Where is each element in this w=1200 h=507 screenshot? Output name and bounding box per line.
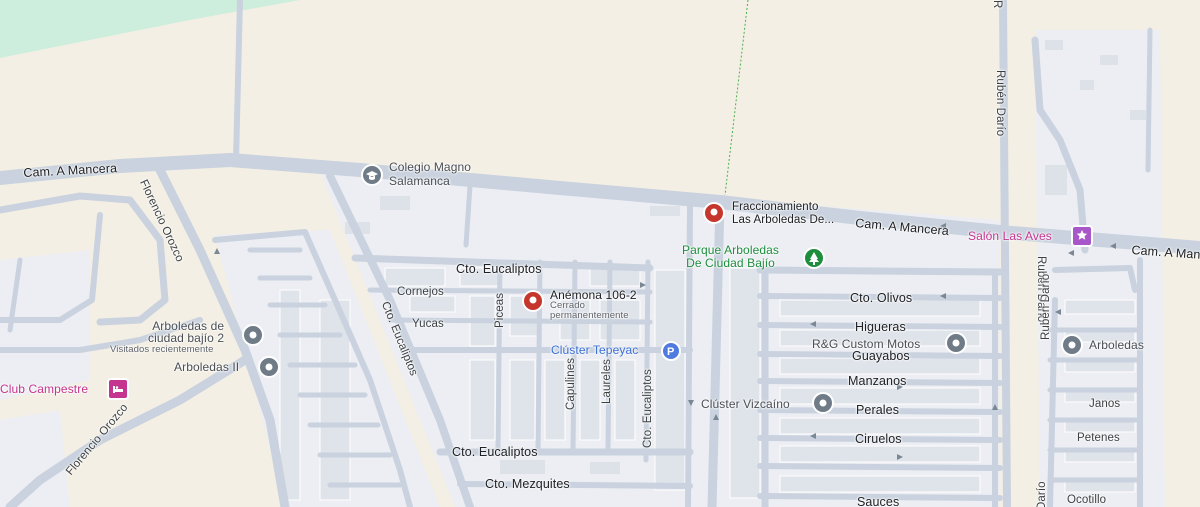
road-label-cto-olivos: Cto. Olivos (850, 291, 913, 305)
place-label-arboledas-ciudad-bajio-2[interactable]: Arboledas de ciudad bajío 2 (148, 320, 224, 344)
place-label-parque[interactable]: Parque Arboledas De Ciudad Bajío (682, 244, 779, 270)
place-label-arboledas-ii[interactable]: Arboledas II (174, 360, 239, 374)
colegio-name-line2: Salamanca (389, 174, 450, 188)
recently-visited-note: Visitados recientemente (110, 344, 214, 355)
anemona-status-line2: permanentemente (550, 310, 629, 321)
place-label-arboledas[interactable]: Arboledas (1089, 338, 1144, 352)
fracc-name-line2: Las Arboledas De... (732, 214, 835, 226)
road-label-laureles: Laureles (601, 359, 613, 404)
road-label-cto-mezquites: Cto. Mezquites (485, 477, 570, 491)
place-label-fraccionamiento[interactable]: Fraccionamiento Las Arboledas De... (732, 201, 834, 227)
place-label-cluster-tepeyac[interactable]: Clúster Tepeyac (551, 343, 638, 357)
road-label-ruben-dario-right: Rubén Darío (1040, 273, 1052, 340)
road-label-perales: Perales (856, 403, 900, 417)
road-label-cto-eucaliptos-top: Cto. Eucaliptos (456, 262, 542, 276)
road-label-ruben-dario-stub: R (991, 0, 1003, 9)
road-label-cto-eucaliptos-vertical: Cto. Eucaliptos (642, 369, 654, 448)
place-pin-icon[interactable] (812, 392, 834, 414)
road-label-cornejos: Cornejos (397, 286, 444, 298)
location-pin-icon[interactable] (703, 202, 725, 224)
road-label-janos: Janos (1089, 398, 1121, 410)
place-label-rg-custom-motos[interactable]: R&G Custom Motos (812, 337, 920, 351)
place-label-salon-las-aves[interactable]: Salón Las Aves (968, 229, 1052, 243)
place-pin-icon[interactable] (945, 332, 967, 354)
parque-name-line2: De Ciudad Bajío (686, 256, 775, 270)
svg-text:P: P (667, 346, 674, 358)
place-pin-icon[interactable] (258, 356, 280, 378)
road-label-higueras: Higueras (855, 320, 906, 334)
school-icon[interactable] (361, 164, 383, 186)
place-label-colegio[interactable]: Colegio Magno Salamanca (389, 160, 471, 188)
residential-zone-left (0, 250, 90, 400)
arboledas-cb2-line2: ciudad bajío 2 (148, 331, 225, 345)
place-pin-icon[interactable] (1061, 334, 1083, 356)
road-label-manzanos: Manzanos (848, 374, 907, 388)
road-label-ocotillo: Ocotillo (1067, 494, 1107, 506)
road-label-cto-eucaliptos-bottom: Cto. Eucaliptos (452, 445, 538, 459)
parking-icon[interactable]: P (661, 341, 681, 361)
road-label-dario-bottom: Darío (1036, 481, 1048, 507)
location-pin-icon[interactable] (522, 290, 544, 312)
road-label-ruben-dario-top: Rubén Darío (994, 70, 1006, 137)
road-label-sauces: Sauces (857, 495, 900, 507)
colegio-name-line1: Colegio Magno (389, 160, 472, 174)
map-view[interactable]: Cam. A Mancera Cam. A Mancera Cam. A Man… (0, 0, 1200, 507)
road-label-guayabos: Guayabos (852, 349, 910, 363)
place-status-anemona: Cerrado permanentemente (550, 301, 629, 321)
fracc-name-line1: Fraccionamiento (732, 201, 819, 213)
road-label-petenes: Petenes (1077, 432, 1120, 444)
park-tree-icon[interactable] (803, 247, 825, 269)
event-venue-icon[interactable] (1071, 225, 1093, 247)
parque-name-line1: Parque Arboledas (682, 243, 780, 257)
place-label-cluster-vizcaino[interactable]: Clúster Vizcaíno (701, 397, 790, 411)
hotel-icon[interactable] (107, 378, 129, 400)
road-label-piceas: Piceas (494, 292, 506, 328)
place-label-club-campestre[interactable]: Club Campestre (0, 382, 88, 396)
road-label-capulines: Capulines (565, 357, 577, 410)
place-pin-icon[interactable] (242, 324, 264, 346)
road-label-ciruelos: Ciruelos (855, 432, 902, 446)
road-label-yucas: Yucas (412, 318, 444, 330)
